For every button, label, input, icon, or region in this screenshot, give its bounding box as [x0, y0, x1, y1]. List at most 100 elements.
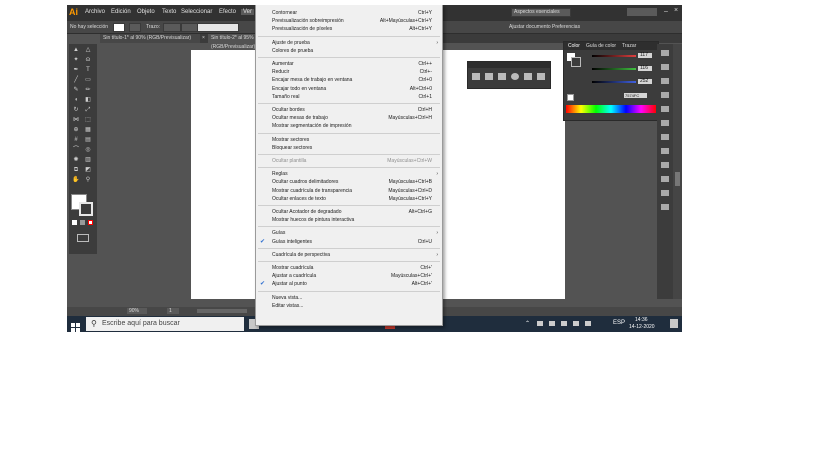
- tray-wifi-icon[interactable]: [573, 321, 579, 326]
- page-field[interactable]: 1: [167, 308, 179, 314]
- menu-item[interactable]: Mostrar segmentación de impresión: [256, 122, 442, 130]
- magic-wand-tool-icon[interactable]: ✦: [72, 57, 80, 63]
- tray-chevron-icon[interactable]: ⌃: [525, 320, 530, 327]
- stroke-preview[interactable]: [571, 57, 581, 67]
- menu-item[interactable]: Ocultar Acotador de degradado Alt+Ctrl+G: [256, 208, 442, 216]
- rotate-tool-icon[interactable]: ↻: [72, 107, 80, 113]
- scale-tool-icon[interactable]: ⤢: [84, 107, 92, 113]
- close-icon[interactable]: ×: [674, 7, 678, 14]
- red-value[interactable]: 117: [638, 52, 652, 58]
- menu-item[interactable]: Aumentar Ctrl++: [256, 60, 442, 68]
- eraser-tool-icon[interactable]: ◧: [84, 97, 92, 103]
- blue-slider[interactable]: [592, 81, 636, 83]
- menu-item[interactable]: Mostrar huecos de pintura interactiva: [256, 216, 442, 224]
- menu-item[interactable]: Ajustar a cuadrícula Mayúsculas+Ctrl+': [256, 272, 442, 280]
- gradient-mode-icon[interactable]: [80, 220, 85, 225]
- menu-item[interactable]: Mostrar cuadrícula Ctrl+': [256, 264, 442, 272]
- hand-tool-icon[interactable]: ✋: [72, 177, 80, 183]
- tray-battery-icon[interactable]: [561, 321, 567, 326]
- clock-time[interactable]: 14:36: [635, 317, 648, 323]
- dock-appearance-icon[interactable]: [661, 176, 669, 182]
- menu-archivo[interactable]: Archivo: [85, 9, 105, 15]
- brush-definition-field[interactable]: [197, 23, 239, 32]
- tab-color-guide[interactable]: Guía de color: [586, 43, 616, 49]
- dock-gradient-icon[interactable]: [661, 148, 669, 154]
- menu-texto[interactable]: Texto: [162, 9, 176, 15]
- menu-item[interactable]: Encajar todo en ventana Alt+Ctrl+0: [256, 85, 442, 93]
- perspective-grid-tool-icon[interactable]: ▦: [84, 127, 92, 133]
- menu-item[interactable]: Bloquear sectores: [256, 144, 442, 152]
- tab-color[interactable]: Color: [568, 43, 580, 49]
- lasso-tool-icon[interactable]: ɷ: [84, 57, 92, 63]
- tray-network-icon[interactable]: [537, 321, 543, 326]
- color-spectrum[interactable]: [566, 105, 656, 113]
- type-tool-icon[interactable]: T: [84, 67, 92, 73]
- blue-value[interactable]: 252: [638, 78, 652, 84]
- blob-brush-tool-icon[interactable]: ◖: [72, 97, 80, 103]
- menu-efecto[interactable]: Efecto: [219, 9, 236, 15]
- panel-icon-5[interactable]: [524, 73, 532, 80]
- pen-tool-icon[interactable]: ✒: [72, 67, 80, 73]
- menu-ver[interactable]: Ver: [241, 9, 255, 15]
- doc-setup-button[interactable]: Ajustar documento: [509, 24, 551, 30]
- dock-color-icon[interactable]: [661, 50, 669, 56]
- menu-item[interactable]: ✔ Guías inteligentes Ctrl+U: [256, 238, 442, 246]
- clock-date[interactable]: 14-12-2020: [629, 324, 655, 330]
- panel-icon-2[interactable]: [485, 73, 493, 80]
- fill-swatch[interactable]: [113, 23, 125, 32]
- windows-start-icon[interactable]: [71, 319, 80, 332]
- horizontal-scrollbar[interactable]: [197, 309, 247, 313]
- tab-document-1[interactable]: Sin título-1* al 90% (RGB/Previsualizar): [100, 34, 200, 43]
- none-mode-icon[interactable]: [88, 220, 93, 225]
- dock-graphic-styles-icon[interactable]: [661, 120, 669, 126]
- stroke-swatch[interactable]: [129, 23, 141, 32]
- menu-item[interactable]: Ocultar cuadros delimitadores Mayúsculas+…: [256, 178, 442, 186]
- menu-seleccionar[interactable]: Seleccionar: [181, 9, 212, 15]
- artboard-tool-icon[interactable]: ⧉: [72, 167, 80, 173]
- menu-item[interactable]: Ocultar enlaces de texto Mayúsculas+Ctrl+…: [256, 195, 442, 203]
- menu-item[interactable]: Ajuste de prueba ›: [256, 39, 442, 47]
- menu-item[interactable]: ✔ Ajustar al punto Alt+Ctrl+': [256, 280, 442, 288]
- tab-close-icon[interactable]: ×: [202, 35, 205, 41]
- menu-item[interactable]: Guías ›: [256, 229, 442, 237]
- preferences-button[interactable]: Preferencias: [552, 24, 580, 30]
- taskbar-search-box[interactable]: ⚲ Escribe aquí para buscar: [86, 317, 244, 331]
- dock-color-guide-icon[interactable]: [661, 64, 669, 70]
- rectangle-tool-icon[interactable]: ▭: [84, 77, 92, 83]
- selection-tool-icon[interactable]: ▲: [72, 47, 80, 53]
- minimize-icon[interactable]: –: [664, 8, 668, 15]
- width-tool-icon[interactable]: ⋈: [72, 117, 80, 123]
- menu-item[interactable]: Cuadrícula de perspectiva ›: [256, 251, 442, 259]
- language-indicator[interactable]: ESP: [613, 320, 625, 326]
- dock-stroke-icon[interactable]: [661, 134, 669, 140]
- hex-field[interactable]: 7574FC: [624, 93, 647, 98]
- direct-selection-tool-icon[interactable]: △: [84, 47, 92, 53]
- eyedropper-tool-icon[interactable]: ⌒: [72, 147, 80, 153]
- color-mode-icon[interactable]: [72, 220, 77, 225]
- panel-icon-4[interactable]: [511, 73, 519, 80]
- gradient-tool-icon[interactable]: ▤: [84, 137, 92, 143]
- stroke-color-swatch[interactable]: [79, 202, 93, 216]
- menu-item[interactable]: Previsualización sobreimpresión Alt+Mayús…: [256, 17, 442, 25]
- brush-tool-icon[interactable]: ✎: [72, 87, 80, 93]
- dock-swatches-icon[interactable]: [661, 78, 669, 84]
- red-slider[interactable]: [592, 55, 636, 57]
- graph-tool-icon[interactable]: ▥: [84, 157, 92, 163]
- symbol-sprayer-tool-icon[interactable]: ✺: [72, 157, 80, 163]
- dock-brushes-icon[interactable]: [661, 92, 669, 98]
- menu-item[interactable]: Mostrar sectores: [256, 136, 442, 144]
- panel-icon-3[interactable]: [498, 73, 506, 80]
- menu-item[interactable]: Contornear Ctrl+Y: [256, 9, 442, 17]
- menu-item[interactable]: Ocultar bordes Ctrl+H: [256, 106, 442, 114]
- zoom-tool-icon[interactable]: ⚲: [84, 177, 92, 183]
- dock-artboards-icon[interactable]: [661, 204, 669, 210]
- menu-item[interactable]: Colores de prueba: [256, 47, 442, 55]
- dock-layers-icon[interactable]: [661, 190, 669, 196]
- floating-panel-header[interactable]: [468, 62, 550, 68]
- dock-symbols-icon[interactable]: [661, 106, 669, 112]
- screen-mode-icon[interactable]: [77, 234, 89, 242]
- tray-cloud-icon[interactable]: [549, 321, 555, 326]
- menu-item[interactable]: Reducir Ctrl+-: [256, 68, 442, 76]
- panel-icon-1[interactable]: [472, 73, 480, 80]
- tab-stroke[interactable]: Trazar: [622, 43, 636, 49]
